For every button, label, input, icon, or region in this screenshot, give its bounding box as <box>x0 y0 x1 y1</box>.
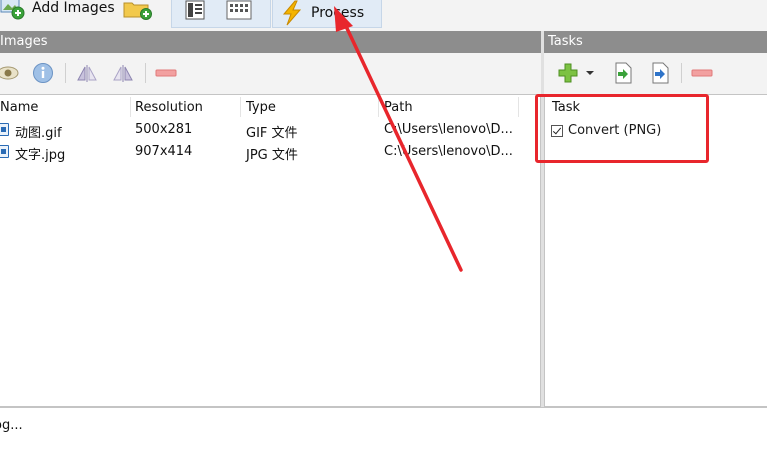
details-view-icon <box>185 0 205 20</box>
plus-icon <box>558 63 578 83</box>
images-pane-header: Images <box>0 31 541 53</box>
column-header-resolution[interactable]: Resolution <box>135 100 203 115</box>
table-row[interactable]: 动图.gif 500x281 GIF 文件 C:\Users\lenovo\D.… <box>0 119 540 141</box>
flip-vertical-icon <box>113 65 133 82</box>
toolbar-separator <box>145 63 146 83</box>
preview-button[interactable] <box>0 62 20 84</box>
column-header-path[interactable]: Path <box>384 100 413 115</box>
image-file-icon <box>0 145 9 158</box>
view-mode-group <box>171 0 271 28</box>
flip-horizontal-button[interactable] <box>75 62 99 84</box>
column-header-type[interactable]: Type <box>246 100 276 115</box>
cell-name: 文字.jpg <box>15 148 66 163</box>
add-folder-button[interactable] <box>122 0 154 20</box>
chevron-down-icon <box>586 71 594 75</box>
remove-task-button[interactable] <box>690 62 714 84</box>
add-folder-icon <box>123 2 152 20</box>
toolbar-separator <box>65 63 66 83</box>
column-header-name[interactable]: Name <box>0 100 38 115</box>
flip-horizontal-icon <box>77 65 97 82</box>
cell-name: 动图.gif <box>15 126 62 141</box>
main-toolbar: Add Images Process <box>0 0 767 30</box>
details-view-button[interactable] <box>180 0 210 23</box>
import-icon <box>615 62 632 84</box>
table-row[interactable]: 文字.jpg 907x414 JPG 文件 C:\Users\lenovo\D.… <box>0 141 540 163</box>
eye-icon <box>0 66 19 80</box>
column-header-task[interactable]: Task <box>552 100 580 115</box>
column-divider[interactable] <box>518 97 519 117</box>
log-text: og... <box>0 418 23 433</box>
images-toolbar <box>0 53 541 93</box>
tasks-list[interactable]: Task Convert (PNG) <box>544 94 767 407</box>
images-list[interactable]: Name Resolution Type Path 动图.gif 500x281… <box>0 94 541 407</box>
add-images-icon <box>0 0 25 20</box>
process-button[interactable]: Process <box>272 0 382 28</box>
import-task-button[interactable] <box>611 62 635 84</box>
minus-icon <box>155 69 177 77</box>
add-task-button[interactable] <box>556 62 580 84</box>
tasks-toolbar <box>544 53 767 93</box>
task-item[interactable]: Convert (PNG) <box>551 123 661 138</box>
thumbnail-view-icon <box>226 0 252 20</box>
info-button[interactable] <box>31 62 55 84</box>
task-label: Convert (PNG) <box>568 123 662 138</box>
cell-path: C:\Users\lenovo\D... <box>384 144 513 159</box>
column-divider[interactable] <box>240 97 241 117</box>
flip-vertical-button[interactable] <box>111 62 135 84</box>
thumbnail-view-button[interactable] <box>224 0 254 23</box>
export-task-button[interactable] <box>648 62 672 84</box>
log-panel: og... <box>0 407 767 469</box>
add-images-label: Add Images <box>32 0 115 16</box>
export-icon <box>652 62 669 84</box>
info-icon <box>33 63 53 83</box>
add-task-dropdown[interactable] <box>584 62 596 84</box>
tasks-pane-header: Tasks <box>544 31 767 53</box>
cell-type: GIF 文件 <box>246 126 298 141</box>
toolbar-separator <box>681 63 682 83</box>
cell-resolution: 907x414 <box>135 144 193 159</box>
process-label: Process <box>311 5 365 21</box>
lightning-icon <box>282 0 302 26</box>
cell-path: C:\Users\lenovo\D... <box>384 122 513 137</box>
column-divider[interactable] <box>378 97 379 117</box>
cell-resolution: 500x281 <box>135 122 193 137</box>
minus-icon <box>691 69 713 77</box>
image-file-icon <box>0 123 9 136</box>
add-images-button[interactable]: Add Images <box>0 0 115 22</box>
remove-image-button[interactable] <box>154 62 178 84</box>
task-checkbox[interactable] <box>551 124 563 137</box>
column-divider[interactable] <box>130 97 131 117</box>
cell-type: JPG 文件 <box>246 148 298 163</box>
